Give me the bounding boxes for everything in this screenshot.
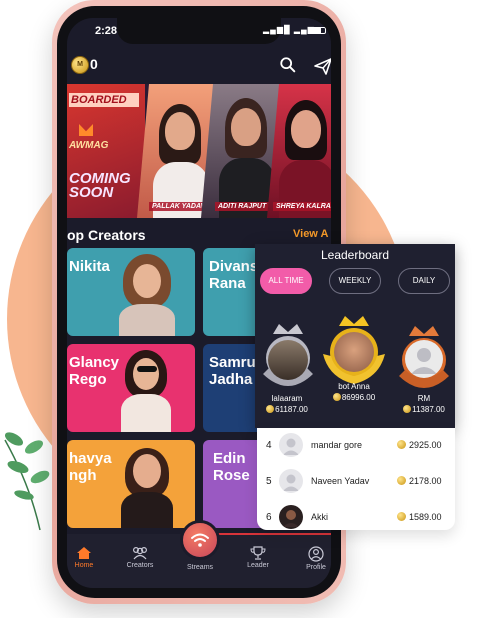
app-header: M 0 — [67, 52, 331, 82]
creator-name: Divans Rana — [209, 258, 259, 292]
brand-logo-icon — [79, 124, 93, 136]
rank-number: 6 — [266, 512, 272, 523]
profile-icon — [308, 546, 324, 562]
podium-avatar-1 — [334, 332, 374, 372]
streams-button[interactable] — [180, 520, 220, 560]
banner-tag: BOARDED — [69, 93, 139, 107]
nav-label-profile: Profile — [306, 564, 326, 571]
podium-score-2: 61187.00 — [252, 405, 322, 414]
podium-score-1: 86996.00 — [319, 393, 389, 402]
home-icon — [77, 547, 91, 559]
rank-user-name: Naveen Yadav — [311, 476, 370, 486]
rank-row[interactable]: 6 Akki 1589.00 — [257, 502, 455, 534]
section-title-top-creators: op Creators — [67, 227, 146, 243]
creator-card-nikita[interactable]: Nikita — [67, 248, 195, 336]
creator-name: Edin Rose — [213, 450, 250, 484]
banner-coming-soon: COMING SOON — [69, 170, 131, 201]
rank-number: 4 — [266, 440, 272, 451]
user-avatar — [279, 433, 303, 457]
rank-row[interactable]: 5 Naveen Yadav 2178.00 — [257, 466, 455, 498]
coin-icon[interactable]: M — [71, 56, 89, 74]
podium-score-3: 11387.00 — [389, 405, 459, 414]
banner-name-2: ADITI RAJPUT — [215, 202, 269, 211]
search-icon[interactable] — [279, 56, 297, 74]
banner-name-3: SHREYA KALRA — [273, 202, 331, 211]
default-avatar-icon — [411, 348, 437, 374]
rank-number: 5 — [266, 476, 272, 487]
coin-balance: 0 — [90, 56, 98, 72]
creator-name: Nikita — [69, 258, 110, 275]
leaderboard-card: Leaderboard ALL TIME WEEKLY DAILY lalaar… — [255, 244, 455, 428]
wifi-stream-icon — [191, 533, 209, 547]
creator-name: havya ngh — [69, 450, 112, 484]
view-all-link[interactable]: View A — [293, 228, 328, 240]
phone-notch — [117, 18, 281, 44]
leaderboard-title: Leaderboard — [320, 248, 390, 262]
rank-score: 1589.00 — [397, 512, 442, 522]
nav-profile[interactable]: Profile — [291, 546, 331, 571]
creator-card-glancy-rego[interactable]: Glancy Rego — [67, 344, 195, 432]
tab-daily[interactable]: DAILY — [398, 268, 450, 294]
trophy-icon — [250, 546, 266, 560]
tab-weekly[interactable]: WEEKLY — [329, 268, 381, 294]
podium-name-2: lalaaram — [271, 394, 303, 403]
banner-name-1: PALLAK YADAV — [149, 202, 208, 211]
coin-icon — [397, 512, 406, 521]
rank-score: 2925.00 — [397, 440, 442, 450]
default-avatar-icon — [283, 474, 299, 491]
battery-icon — [311, 27, 326, 34]
user-avatar — [279, 469, 303, 493]
user-photo-icon — [283, 510, 299, 527]
coin-icon — [266, 405, 275, 413]
rank-row[interactable]: 4 mandar gore 2925.00 — [257, 430, 455, 462]
podium-avatar-2 — [268, 340, 308, 380]
banner-promo-panel: BOARDED AWMAG COMING SOON — [67, 84, 145, 218]
nav-label-streams: Streams — [186, 564, 214, 571]
rank-user-name: mandar gore — [311, 440, 363, 450]
podium-name-1: bot Anna — [338, 382, 370, 391]
rank-score: 2178.00 — [397, 476, 442, 486]
banner-brand: AWMAG — [69, 140, 109, 151]
user-avatar — [279, 505, 303, 529]
coin-icon — [397, 440, 406, 449]
rank-list-card: 4 mandar gore 2925.00 5 Naveen Yadav 217… — [257, 428, 455, 530]
coin-icon — [332, 393, 341, 401]
nav-home[interactable]: Home — [67, 546, 109, 569]
nav-leader[interactable]: Leader — [233, 546, 283, 569]
promo-banner[interactable]: BOARDED AWMAG COMING SOON PALLAK YADAV A… — [67, 84, 331, 218]
status-time: 2:28 — [95, 25, 118, 37]
coin-icon — [397, 476, 406, 485]
creator-card-bhavya-singh[interactable]: havya ngh — [67, 440, 195, 528]
podium-name-3: RM — [417, 394, 431, 403]
creators-icon — [132, 546, 148, 560]
default-avatar-icon — [283, 438, 299, 455]
tab-all-time[interactable]: ALL TIME — [260, 268, 312, 294]
creator-name: Samru Jadha — [209, 354, 256, 388]
rank-user-name: Akki — [311, 512, 329, 522]
nav-creators[interactable]: Creators — [115, 546, 165, 569]
nav-label-creators: Creators — [126, 562, 154, 569]
nav-label-home: Home — [74, 562, 94, 569]
coin-icon — [403, 405, 412, 413]
leaf-decoration-icon — [4, 432, 50, 531]
creator-name: Glancy Rego — [69, 354, 120, 388]
status-signal-icon: ▂▄▆█ ▂▄▆ — [263, 25, 315, 34]
send-icon[interactable] — [313, 56, 331, 76]
podium-avatar-3 — [405, 340, 443, 378]
nav-label-leader: Leader — [247, 562, 269, 569]
